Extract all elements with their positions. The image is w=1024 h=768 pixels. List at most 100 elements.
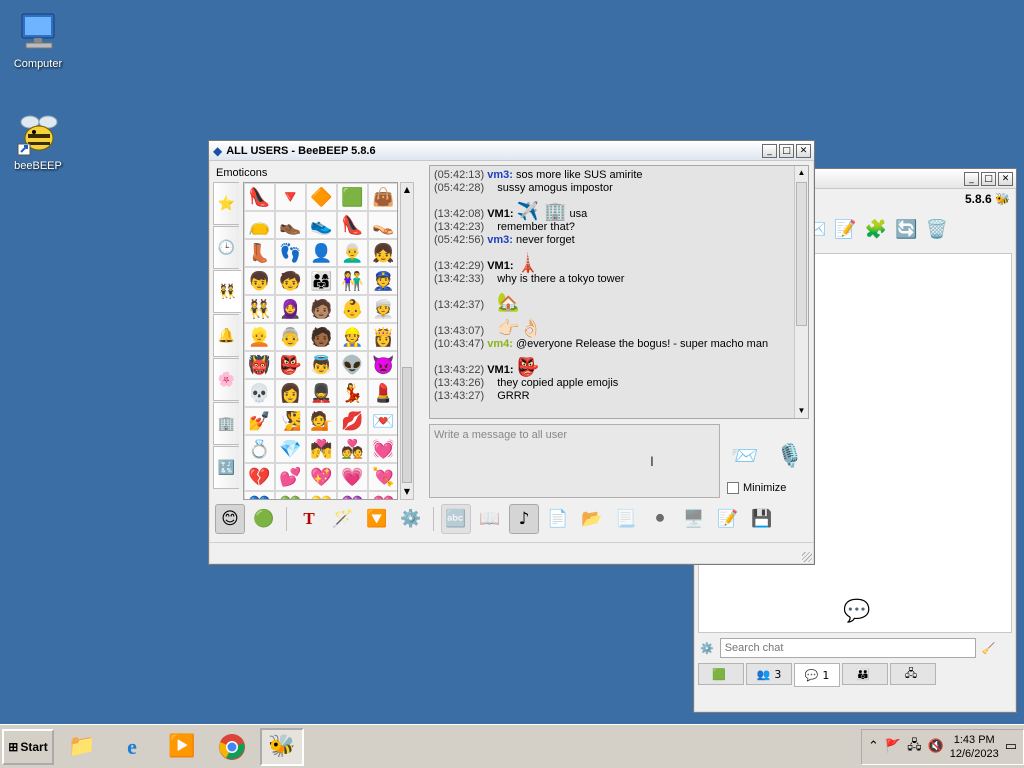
chevron-up-icon[interactable]: ⌃ [868, 739, 879, 754]
scroll-up-icon[interactable]: ▲ [795, 166, 808, 180]
font-button[interactable]: T [294, 504, 324, 534]
emoji-cell[interactable]: 👦 [244, 267, 275, 295]
taskbar-internet-explorer[interactable]: e [110, 728, 154, 766]
emoji-cell[interactable]: 💚 [275, 491, 306, 499]
desktop-icon-beebeep[interactable]: beeBEEP [0, 112, 76, 172]
emoji-cell[interactable]: 💜 [337, 491, 368, 499]
message-input[interactable]: Write a message to all user I [429, 424, 720, 498]
maximize-button[interactable]: □ [981, 171, 996, 186]
emoji-cell[interactable]: 💃 [337, 379, 368, 407]
save-chat-button[interactable]: 📄 [543, 504, 573, 534]
emoji-cell[interactable]: 💌 [368, 407, 397, 435]
emoji-cell[interactable]: 💋 [337, 407, 368, 435]
emoji-cell[interactable]: 💖 [306, 463, 337, 491]
gear-icon[interactable]: ⚙️ [700, 642, 714, 655]
emoji-cell[interactable]: 👨‍🦳 [337, 239, 368, 267]
emoji-cell[interactable]: 👫 [337, 267, 368, 295]
scroll-thumb[interactable] [796, 182, 807, 326]
search-chat-input[interactable] [719, 638, 976, 658]
tab-objects[interactable]: 🔔 [213, 314, 239, 357]
minimize-checkbox[interactable]: Minimize [727, 482, 786, 494]
html-button[interactable]: 📃 [611, 504, 641, 534]
emoji-cell[interactable]: 👣 [275, 239, 306, 267]
settings-button[interactable]: ⚙️ [396, 504, 426, 534]
refresh-icon[interactable]: 🔄 [895, 219, 917, 240]
resize-grip[interactable] [802, 552, 812, 562]
emoji-cell[interactable]: 💏 [306, 435, 337, 463]
emoji-cell[interactable]: 👿 [368, 351, 397, 379]
trash-icon[interactable]: 🗑️ [926, 219, 948, 240]
tab-nature[interactable]: 🌸 [213, 358, 239, 401]
emoji-cell[interactable]: 🔻 [275, 183, 306, 211]
emoji-cell[interactable]: 👼 [306, 351, 337, 379]
emoji-cell[interactable]: 👝 [244, 211, 275, 239]
tab-chats[interactable]: 💬 1 [794, 663, 840, 687]
send-file-button[interactable]: 📂 [577, 504, 607, 534]
save-button[interactable]: 💾 [747, 504, 777, 534]
emoji-cell[interactable]: 🧑🏾 [306, 323, 337, 351]
emoji-scrollbar[interactable]: ▲ ▼ [400, 182, 414, 500]
emoji-cell[interactable]: 👮 [368, 267, 397, 295]
emoji-cell[interactable]: 💛 [306, 491, 337, 499]
emoji-cell[interactable]: 💗 [337, 463, 368, 491]
emoji-cell[interactable]: 💄 [368, 379, 397, 407]
send-button[interactable]: 📨 [729, 444, 761, 474]
emoji-cell[interactable]: 💕 [275, 463, 306, 491]
emoji-cell[interactable]: 💎 [275, 435, 306, 463]
emoji-cell[interactable]: 👵 [275, 323, 306, 351]
emoji-cell[interactable]: 💂 [306, 379, 337, 407]
emoji-cell[interactable]: 💝 [368, 491, 397, 499]
plugins-icon[interactable]: 🧩 [865, 219, 887, 240]
spellcheck-button[interactable]: 🔤 [441, 504, 471, 534]
emoji-cell[interactable]: 👱 [244, 323, 275, 351]
emoji-cell[interactable]: 👠 [244, 183, 275, 211]
tab-users[interactable]: 👥 3 [746, 663, 792, 685]
emoji-cell[interactable]: 🧑🏽 [306, 295, 337, 323]
chat-scrollbar[interactable]: ▲ ▼ [794, 166, 808, 418]
emoji-cell[interactable]: 👯 [244, 295, 275, 323]
emoji-cell[interactable]: 👺 [275, 351, 306, 379]
tab-symbols[interactable]: 🔣 [213, 446, 239, 489]
emoji-cell[interactable]: 👸 [368, 323, 397, 351]
screenshot-button[interactable]: ⚫ [645, 504, 675, 534]
emoji-cell[interactable]: 🧏 [275, 407, 306, 435]
emoji-cell[interactable]: 👟 [306, 211, 337, 239]
dictionary-button[interactable]: 📖 [475, 504, 505, 534]
show-desktop-icon[interactable]: ▭ [1005, 739, 1017, 754]
emoji-cell[interactable]: 💅 [244, 407, 275, 435]
emoji-cell[interactable]: 👢 [244, 239, 275, 267]
scroll-up-icon[interactable]: ▲ [401, 183, 413, 197]
scroll-thumb[interactable] [402, 367, 412, 483]
emoji-cell[interactable]: 👶 [337, 295, 368, 323]
notes-button[interactable]: 📝 [713, 504, 743, 534]
flag-icon[interactable]: 🚩 [885, 739, 901, 754]
emoji-cell[interactable]: 💀 [244, 379, 275, 407]
emoji-cell[interactable]: 🟩 [337, 183, 368, 211]
emoji-cell[interactable]: 💙 [244, 491, 275, 499]
emoji-cell[interactable]: 💑 [337, 435, 368, 463]
emoji-cell[interactable]: 👩 [275, 379, 306, 407]
network-icon[interactable]: 🖧 [907, 736, 922, 758]
emoji-cell[interactable]: 👞 [275, 211, 306, 239]
scroll-down-icon[interactable]: ▼ [795, 404, 808, 418]
emoji-cell[interactable]: 👽 [337, 351, 368, 379]
emoji-cell[interactable]: 👹 [244, 351, 275, 379]
voice-message-button[interactable]: 🎙️ [776, 444, 803, 478]
chat-window-titlebar[interactable]: ◆ ALL USERS - BeeBEEP 5.8.6 _ □ ✕ [209, 141, 814, 161]
emoji-cell[interactable]: 🧒 [275, 267, 306, 295]
clock[interactable]: 1:43 PM 12/6/2023 [950, 733, 999, 761]
emoji-cell[interactable]: 👠 [337, 211, 368, 239]
tab-places[interactable]: 🏢 [213, 402, 239, 445]
volume-muted-icon[interactable]: 🔇 [928, 739, 944, 754]
minimize-button[interactable]: _ [964, 171, 979, 186]
screen-capture-button[interactable]: 🖥️ [679, 504, 709, 534]
close-button[interactable]: ✕ [998, 171, 1013, 186]
start-button[interactable]: ⊞ Start [2, 728, 54, 765]
tab-people[interactable]: 👯 [213, 270, 241, 313]
filter-button[interactable]: 🔽 [362, 504, 392, 534]
emoji-cell[interactable]: 👜 [368, 183, 397, 211]
broom-icon[interactable]: 🧹 [982, 642, 996, 655]
emoji-cell[interactable]: 💔 [244, 463, 275, 491]
tab-network[interactable]: 🖧 [890, 663, 936, 685]
separator-button[interactable]: 🟢 [249, 504, 279, 534]
